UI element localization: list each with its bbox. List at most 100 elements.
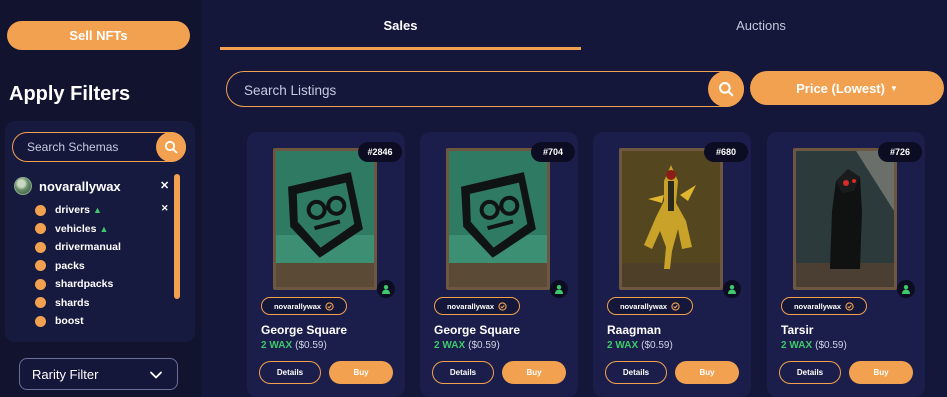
price-usd: ($0.59) — [641, 340, 673, 351]
price-wax: 2 WAX — [607, 340, 639, 351]
listing-search-input[interactable] — [244, 81, 664, 99]
seller-name: novarallywax — [793, 301, 842, 311]
user-icon — [723, 280, 741, 298]
schema-item[interactable]: shardpacks — [35, 275, 175, 294]
price: 2 WAX ($0.59) — [781, 340, 847, 351]
user-icon — [550, 280, 568, 298]
schema-search-input[interactable] — [27, 139, 155, 155]
asset-id-badge: #680 — [704, 142, 748, 162]
schema-item[interactable]: vehicles ▲ — [35, 220, 175, 239]
schema-label: vehicles — [55, 222, 97, 235]
seller-badge[interactable]: novarallywax — [781, 297, 867, 315]
search-icon — [719, 82, 734, 97]
schema-item[interactable]: packs — [35, 257, 175, 276]
nft-name: George Square — [261, 323, 348, 337]
schema-label: boost — [55, 315, 84, 328]
price: 2 WAX ($0.59) — [261, 340, 327, 351]
seller-name: novarallywax — [446, 301, 495, 311]
listing-card[interactable]: #2846 novarallywax George Square 2 WAX ($0.5… — [247, 132, 405, 397]
sell-nfts-button[interactable]: Sell NFTs — [7, 21, 190, 50]
listing-search-button[interactable] — [708, 71, 744, 107]
nft-name: Raagman — [607, 323, 662, 337]
main-content: Sales Auctions Price (Lowest) ▼ #2846 nov… — [202, 0, 947, 397]
price-usd: ($0.59) — [295, 340, 327, 351]
user-icon — [897, 280, 915, 298]
buy-button[interactable]: Buy — [675, 361, 739, 384]
verified-leaf-icon: ▲ — [93, 205, 102, 216]
seller-badge[interactable]: novarallywax — [261, 297, 347, 315]
schema-checkbox[interactable] — [35, 241, 46, 253]
schema-search-button[interactable] — [156, 132, 186, 162]
listing-card[interactable]: #704 novarallywax George Square 2 WAX ($0.59… — [420, 132, 578, 397]
schema-filter-panel: novarallywax ✕ ✕ drivers▲vehicles▲driver… — [5, 121, 195, 342]
nft-image[interactable] — [793, 148, 897, 290]
listing-card[interactable]: #680 novarallywax Raagman 2 WAX ($0.59) Detai… — [593, 132, 751, 397]
schema-item[interactable]: drivers ▲ — [35, 201, 175, 220]
asset-id-badge: #726 — [878, 142, 922, 162]
schema-label: shards — [55, 296, 90, 309]
price-wax: 2 WAX — [261, 340, 293, 351]
schema-label: shardpacks — [55, 278, 114, 291]
listing-search-box — [226, 71, 744, 107]
price: 2 WAX ($0.59) — [434, 340, 500, 351]
seller-name: novarallywax — [273, 301, 322, 311]
asset-id-badge: #2846 — [358, 142, 402, 162]
price-wax: 2 WAX — [434, 340, 466, 351]
schema-list: drivers ▲ vehicles ▲ drivermanual packs shardp… — [35, 201, 175, 331]
schema-checkbox[interactable] — [35, 278, 46, 290]
schema-checkbox[interactable] — [35, 315, 46, 327]
rarity-filter-select[interactable]: Rarity Filter — [19, 358, 178, 390]
price: 2 WAX ($0.59) — [607, 340, 673, 351]
nft-image[interactable] — [619, 148, 723, 290]
tab-auctions[interactable]: Auctions — [581, 18, 941, 50]
collection-name: novarallywax — [39, 178, 121, 194]
nft-image[interactable] — [273, 148, 377, 290]
schema-label: packs — [55, 259, 85, 272]
verified-check-icon — [325, 301, 334, 311]
seller-name: novarallywax — [619, 301, 668, 311]
buy-button[interactable]: Buy — [849, 361, 913, 384]
tab-sales[interactable]: Sales — [220, 18, 581, 50]
verified-check-icon — [845, 301, 854, 311]
details-button[interactable]: Details — [605, 361, 667, 384]
schema-checkbox[interactable] — [35, 204, 46, 216]
caret-down-icon: ▼ — [889, 83, 898, 93]
buy-button[interactable]: Buy — [329, 361, 393, 384]
nft-name: George Square — [434, 323, 521, 337]
details-button[interactable]: Details — [779, 361, 841, 384]
rarity-filter-label: Rarity Filter — [32, 366, 99, 382]
sort-dropdown-button[interactable]: Price (Lowest) ▼ — [750, 71, 944, 105]
schema-label: drivermanual — [55, 241, 121, 254]
buy-button[interactable]: Buy — [502, 361, 566, 384]
collection-avatar — [14, 177, 32, 195]
details-button[interactable]: Details — [259, 361, 321, 384]
search-icon — [164, 140, 178, 154]
schema-checkbox[interactable] — [35, 223, 46, 235]
price-usd: ($0.59) — [815, 340, 847, 351]
price-wax: 2 WAX — [781, 340, 813, 351]
schema-item[interactable]: drivermanual — [35, 238, 175, 257]
seller-badge[interactable]: novarallywax — [607, 297, 693, 315]
schema-checkbox[interactable] — [35, 260, 46, 272]
listing-card[interactable]: #726 novarallywax Tarsir 2 WAX ($0.59) Detail… — [767, 132, 925, 397]
user-icon — [377, 280, 395, 298]
nft-image[interactable] — [446, 148, 550, 290]
schema-checkbox[interactable] — [35, 297, 46, 309]
schema-label: drivers — [55, 204, 91, 217]
remove-collection-icon[interactable]: ✕ — [160, 179, 169, 192]
nft-name: Tarsir — [781, 323, 814, 337]
chevron-down-icon — [150, 371, 162, 379]
verified-check-icon — [671, 301, 680, 311]
schema-item[interactable]: shards — [35, 294, 175, 313]
details-button[interactable]: Details — [432, 361, 494, 384]
sidebar: Sell NFTs Apply Filters novarallywax ✕ ✕… — [0, 0, 202, 397]
apply-filters-heading: Apply Filters — [9, 83, 131, 105]
verified-check-icon — [498, 301, 507, 311]
schema-scrollbar[interactable] — [174, 174, 180, 299]
price-usd: ($0.59) — [468, 340, 500, 351]
schema-item[interactable]: boost — [35, 312, 175, 331]
asset-id-badge: #704 — [531, 142, 575, 162]
seller-badge[interactable]: novarallywax — [434, 297, 520, 315]
verified-leaf-icon: ▲ — [99, 223, 109, 234]
collection-filter[interactable]: novarallywax — [14, 176, 184, 196]
